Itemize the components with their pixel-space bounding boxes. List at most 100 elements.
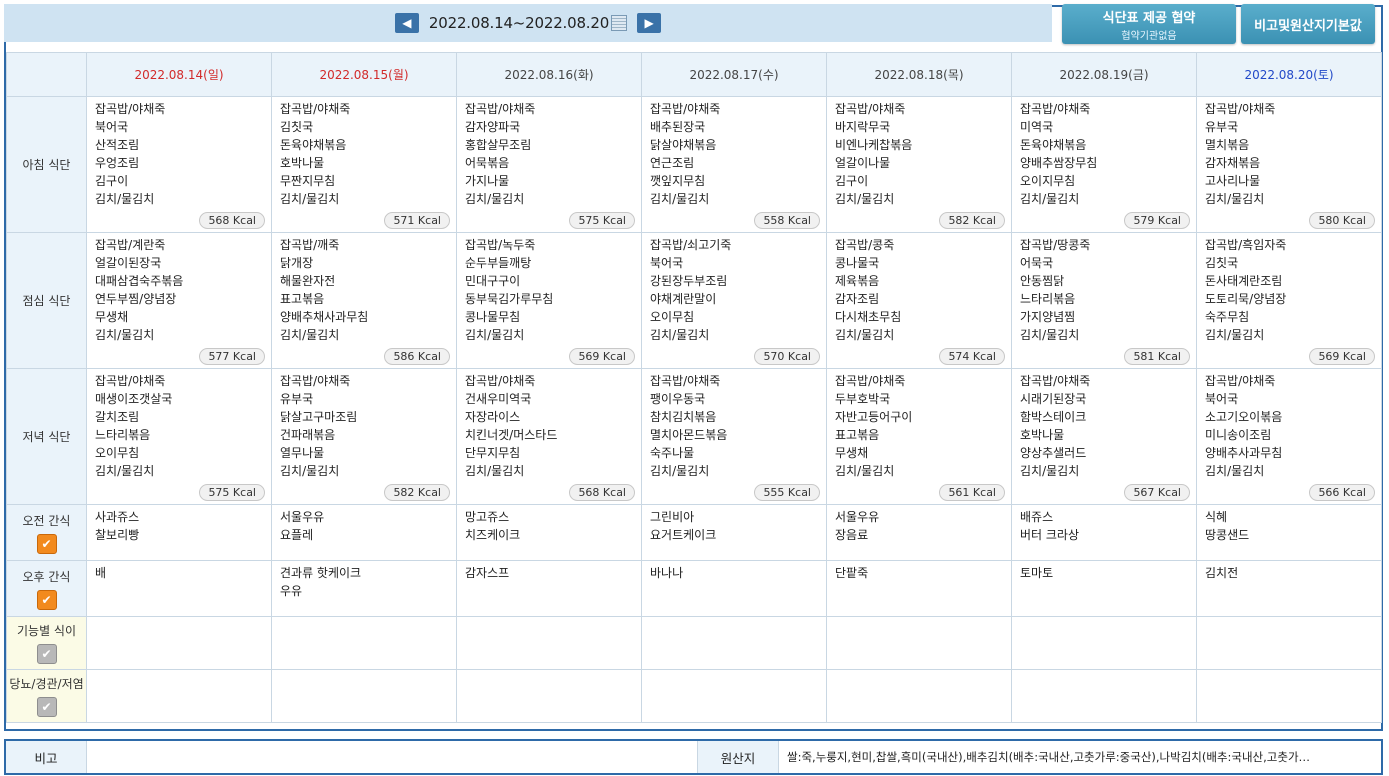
- meal-cell[interactable]: 잡곡밥/야채죽 시래기된장국 함박스테이크 호박나물 양상추샐러드 김치/물김치 567 K…: [1011, 368, 1197, 505]
- special-diet-cell[interactable]: [271, 616, 457, 670]
- special-diet-cell[interactable]: [86, 616, 272, 670]
- snack-cell[interactable]: 단팥죽: [826, 560, 1012, 617]
- special-diet-cell[interactable]: [456, 669, 642, 723]
- menu-item: 홍합살무조림: [465, 138, 532, 152]
- menu-item: 잡곡밥/깨죽: [280, 238, 340, 252]
- snack-item: 찰보리빵: [95, 528, 140, 542]
- menu-item: 김치/물김치: [1020, 328, 1080, 342]
- menu-item: 표고볶음: [280, 292, 325, 306]
- special-diet-row: 당뇨/경관/저염 ✔: [6, 669, 1382, 723]
- meal-cell[interactable]: 잡곡밥/야채죽 배추된장국 닭살야채볶음 연근조림 깻잎지무침 김치/물김치 558 Kca…: [641, 96, 827, 233]
- calorie-badge: 558 Kcal: [754, 212, 820, 229]
- calorie-badge: 579 Kcal: [1124, 212, 1190, 229]
- snack-cell[interactable]: 김치전: [1196, 560, 1382, 617]
- snack-item: 사과쥬스: [95, 510, 140, 524]
- menu-item: 유부국: [1205, 120, 1239, 134]
- snack-cell[interactable]: 배: [86, 560, 272, 617]
- menu-item: 잡곡밥/야채죽: [835, 374, 906, 388]
- special-diet-cell[interactable]: [641, 616, 827, 670]
- menu-item: 김치/물김치: [835, 328, 895, 342]
- special-diet-cell[interactable]: [1196, 669, 1382, 723]
- meal-cell[interactable]: 잡곡밥/흑임자죽 김칫국 돈사태계란조림 도토리묵/양념장 숙주무침 김치/물김치 569 …: [1196, 232, 1382, 369]
- menu-item: 열무나물: [280, 446, 325, 460]
- meal-cell[interactable]: 잡곡밥/야채죽 두부호박국 자반고등어구이 표고볶음 무생채 김치/물김치 561 Kcal: [826, 368, 1012, 505]
- menu-item: 김치/물김치: [95, 192, 155, 206]
- snack-cell[interactable]: 서울우유 요플레: [271, 504, 457, 561]
- special-diet-cell[interactable]: [641, 669, 827, 723]
- meal-cell[interactable]: 잡곡밥/녹두죽 순두부들깨탕 민대구구이 동부묵김가루무침 콩나물무침 김치/물김치 569…: [456, 232, 642, 369]
- remarks-field[interactable]: [87, 741, 698, 773]
- special-diet-cell[interactable]: [826, 669, 1012, 723]
- check-toggle-icon[interactable]: ✔: [36, 697, 57, 717]
- special-diet-cell[interactable]: [1196, 616, 1382, 670]
- menu-item: 김치/물김치: [835, 192, 895, 206]
- meal-row: 점심 식단 잡곡밥/계란죽 얼갈이된장국 대패삼겹숙주볶음 연두부찜/양념장 무생채 김치/…: [6, 232, 1382, 369]
- snack-cell[interactable]: 사과쥬스찰보리빵: [86, 504, 272, 561]
- meal-cell[interactable]: 잡곡밥/야채죽 미역국 돈육야채볶음 양배추쌈장무침 오이지무침 김치/물김치 579 Kc…: [1011, 96, 1197, 233]
- meal-cell[interactable]: 잡곡밥/야채죽 북어국 산적조림 우엉조림 김구이 김치/물김치 568 Kcal: [86, 96, 272, 233]
- snack-cell[interactable]: 식혜 땅콩샌드: [1196, 504, 1382, 561]
- meal-cell[interactable]: 잡곡밥/콩죽 콩나물국 제육볶음 감자조림 다시채초무침 김치/물김치 574 Kcal: [826, 232, 1012, 369]
- date-range: 2022.08.14~2022.08.20: [428, 14, 610, 32]
- menu-item: 안동찜닭: [1020, 274, 1065, 288]
- menu-item: 해물완자전: [280, 274, 336, 288]
- menu-item: 가지양념찜: [1020, 310, 1076, 324]
- row-label: 기능별 식이: [16, 624, 76, 638]
- meal-cell[interactable]: 잡곡밥/야채죽 유부국 닭살고구마조림 건파래볶음 열무나물 김치/물김치 582 Kcal: [271, 368, 457, 505]
- snack-cell[interactable]: 배쥬스 버터 크라상: [1011, 504, 1197, 561]
- check-toggle-icon[interactable]: ✔: [36, 644, 57, 664]
- menu-item: 비엔나케찹볶음: [835, 138, 913, 152]
- menu-item: 갈치조림: [95, 410, 140, 424]
- meal-cell[interactable]: 잡곡밥/야채죽 바지락무국 비엔나케찹볶음 얼갈이나물 김구이 김치/물김치 582 Kca…: [826, 96, 1012, 233]
- meal-cell[interactable]: 잡곡밥/야채죽 건새우미역국 자장라이스 치킨너겟/머스타드 단무지무침 김치/물김치 56…: [456, 368, 642, 505]
- next-week-button[interactable]: ▶: [637, 13, 662, 33]
- meal-cell[interactable]: 잡곡밥/계란죽 얼갈이된장국 대패삼겹숙주볶음 연두부찜/양념장 무생채 김치/물김치 57…: [86, 232, 272, 369]
- special-diet-cell[interactable]: [86, 669, 272, 723]
- menu-item: 연두부찜/양념장: [95, 292, 177, 306]
- snack-cell[interactable]: 망고쥬스 치즈케이크: [456, 504, 642, 561]
- special-diet-cell[interactable]: [1011, 616, 1197, 670]
- menu-item: 잡곡밥/야채죽: [1020, 374, 1091, 388]
- menu-item: 김치/물김치: [280, 192, 340, 206]
- snack-cell[interactable]: 서울우유 장음료: [826, 504, 1012, 561]
- prev-week-button[interactable]: ◀: [394, 13, 419, 33]
- snack-cell[interactable]: 감자스프: [456, 560, 642, 617]
- meal-cell[interactable]: 잡곡밥/야채죽 매생이조갯살국 갈치조림 느타리볶음 오이무침 김치/물김치 575 Kca…: [86, 368, 272, 505]
- snack-item: 요플레: [280, 528, 314, 542]
- meal-cell[interactable]: 잡곡밥/깨죽 닭개장 해물완자전 표고볶음 양배추채사과무침 김치/물김치 586 Kcal: [271, 232, 457, 369]
- special-diet-cell[interactable]: [826, 616, 1012, 670]
- menu-item: 콩나물무침: [465, 310, 521, 324]
- menu-item: 김치/물김치: [465, 192, 525, 206]
- menu-item: 김치/물김치: [95, 464, 155, 478]
- meal-cell[interactable]: 잡곡밥/야채죽 북어국 소고기오이볶음 미니송이조림 양배추사과무침 김치/물김치 566 …: [1196, 368, 1382, 505]
- menu-item: 김치/물김치: [465, 464, 525, 478]
- menu-item: 오이무침: [95, 446, 140, 460]
- snack-item: 요거트케이크: [650, 528, 717, 542]
- snack-cell[interactable]: 바나나: [641, 560, 827, 617]
- snack-item: 장음료: [835, 528, 869, 542]
- menu-item: 잡곡밥/야채죽: [95, 102, 166, 116]
- snack-cell[interactable]: 토마토: [1011, 560, 1197, 617]
- check-toggle-icon[interactable]: ✔: [36, 533, 57, 554]
- meal-cell[interactable]: 잡곡밥/쇠고기죽 북어국 강된장두부조림 야채계란말이 오이무침 김치/물김치 570 Kc…: [641, 232, 827, 369]
- menu-item: 유부국: [280, 392, 314, 406]
- menu-item: 김치/물김치: [280, 464, 340, 478]
- check-toggle-icon[interactable]: ✔: [36, 589, 57, 610]
- date-header-0: 2022.08.14(일): [86, 52, 272, 97]
- meal-cell[interactable]: 잡곡밥/야채죽 감자양파국 홍합살무조림 어묵볶음 가지나물 김치/물김치 575 Kcal: [456, 96, 642, 233]
- meal-cell[interactable]: 잡곡밥/땅콩죽 어묵국 안동찜닭 느타리볶음 가지양념찜 김치/물김치 581 Kcal: [1011, 232, 1197, 369]
- special-diet-cell[interactable]: [271, 669, 457, 723]
- meal-cell[interactable]: 잡곡밥/야채죽 김칫국 돈육야채볶음 호박나물 무짠지무침 김치/물김치 571 Kcal: [271, 96, 457, 233]
- meal-cell[interactable]: 잡곡밥/야채죽 팽이우동국 참치김치볶음 멸치아몬드볶음 숙주나물 김치/물김치 555 K…: [641, 368, 827, 505]
- menu-item: 닭살고구마조림: [280, 410, 358, 424]
- meal-cell[interactable]: 잡곡밥/야채죽 유부국 멸치볶음 감자채볶음 고사리나물 김치/물김치 580 Kcal: [1196, 96, 1382, 233]
- menu-item: 연근조림: [650, 156, 695, 170]
- snack-cell[interactable]: 그린비아 요거트케이크: [641, 504, 827, 561]
- snack-cell[interactable]: 견과류 핫케이크 우유: [271, 560, 457, 617]
- special-diet-cell[interactable]: [456, 616, 642, 670]
- calendar-icon[interactable]: [611, 15, 628, 31]
- special-diet-cell[interactable]: [1011, 669, 1197, 723]
- agreement-button[interactable]: 식단표 제공 협약 협약기관없음: [1062, 4, 1236, 44]
- menu-item: 김치/물김치: [1205, 192, 1265, 206]
- remarks-default-button[interactable]: 비고및원산지기본값: [1241, 4, 1375, 44]
